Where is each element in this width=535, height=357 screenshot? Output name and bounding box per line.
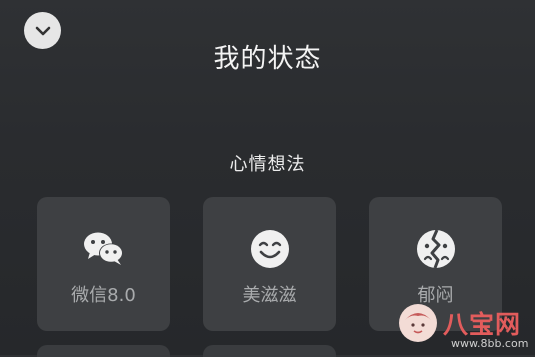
status-card-happy[interactable]: 美滋滋 bbox=[203, 197, 336, 331]
watermark-text: 八宝网 bbox=[443, 310, 522, 339]
status-card-partial[interactable] bbox=[203, 345, 336, 357]
page-title: 我的状态 bbox=[213, 44, 322, 74]
card-label: 美滋滋 bbox=[242, 285, 297, 306]
watermark: 八宝网 www.8bb.com bbox=[393, 302, 535, 355]
wechat-icon bbox=[83, 228, 125, 270]
section-title: 心情想法 bbox=[229, 154, 306, 175]
smile-icon bbox=[249, 228, 291, 270]
broken-heart-face-icon bbox=[415, 228, 457, 270]
watermark-url: www.8bb.com bbox=[451, 337, 529, 350]
status-card-partial[interactable] bbox=[37, 345, 170, 357]
card-label: 微信8.0 bbox=[71, 285, 136, 306]
status-card-wechat[interactable]: 微信8.0 bbox=[37, 197, 170, 331]
watermark-logo-icon bbox=[399, 304, 437, 342]
